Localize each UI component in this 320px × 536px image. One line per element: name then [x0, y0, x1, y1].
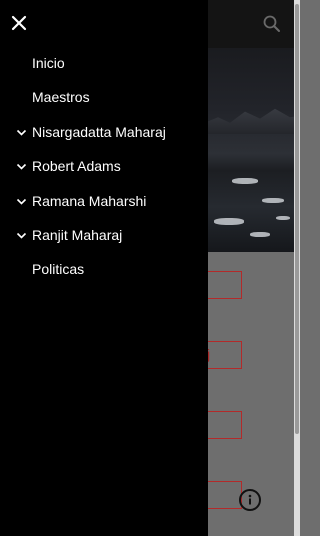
menu-item-maestros[interactable]: Maestros [0, 80, 208, 114]
hero-ice-floe [232, 178, 258, 184]
menu-item-label: Robert Adams [32, 158, 121, 175]
menu-item-label: Maestros [32, 89, 90, 106]
menu-item-nisargadatta-maharaj[interactable]: Nisargadatta Maharaj [0, 115, 208, 149]
hero-ice-floe [262, 198, 284, 203]
menu-item-ramana-maharshi[interactable]: Ramana Maharshi [0, 184, 208, 218]
chevron-down-icon[interactable] [16, 196, 27, 207]
menu-item-label: Politicas [32, 261, 85, 278]
menu-item-robert-adams[interactable]: Robert Adams [0, 149, 208, 183]
hero-ice-floe [276, 216, 290, 220]
chevron-down-icon[interactable] [16, 161, 27, 172]
navigation-menu: Inicio Maestros Nisargadatta Maharaj Rob… [0, 46, 208, 287]
page-scrollbar-thumb[interactable] [295, 4, 299, 434]
menu-item-inicio[interactable]: Inicio [0, 46, 208, 80]
hero-mountains [200, 108, 300, 134]
close-icon [11, 15, 27, 31]
menu-item-label: Inicio [32, 55, 65, 71]
close-menu-button[interactable] [9, 13, 29, 33]
info-icon [248, 494, 252, 505]
menu-item-label: Ramana Maharshi [32, 192, 147, 209]
menu-item-ranjit-maharaj[interactable]: Ranjit Maharaj [0, 218, 208, 252]
search-icon [263, 15, 280, 32]
chevron-down-icon[interactable] [16, 230, 27, 241]
menu-item-label: Ranjit Maharaj [32, 226, 123, 243]
menu-item-label: Nisargadatta Maharaj [32, 123, 166, 140]
menu-item-politicas[interactable]: Politicas [0, 252, 208, 286]
chevron-down-icon[interactable] [16, 127, 27, 138]
navigation-drawer: Inicio Maestros Nisargadatta Maharaj Rob… [0, 0, 208, 536]
search-button[interactable] [262, 14, 282, 34]
hero-ice-floe [250, 232, 270, 237]
hero-ice-floe [214, 218, 244, 225]
info-button[interactable] [239, 489, 261, 511]
